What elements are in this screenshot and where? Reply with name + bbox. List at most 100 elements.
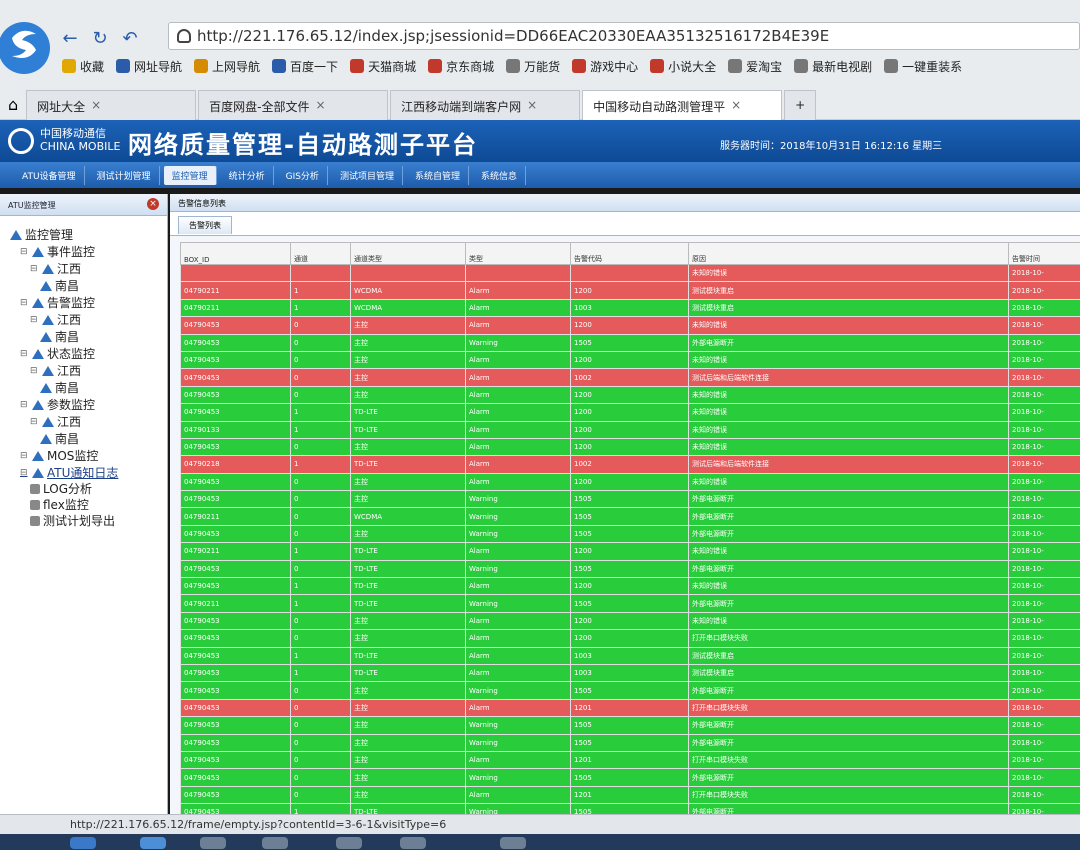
close-icon[interactable]: × xyxy=(91,98,101,120)
table-row[interactable]: 04790453 1 TD-LTE Warning 1505 外部电源断开 2018-10- xyxy=(180,803,1080,814)
favorite-item[interactable]: 最新电视剧 xyxy=(794,58,872,75)
expand-icon[interactable]: ⊟ xyxy=(30,264,39,274)
tree-node[interactable]: ⊟ 江西 xyxy=(30,260,81,277)
expand-icon[interactable]: ⊟ xyxy=(20,298,29,308)
tree-node[interactable]: 测试计划导出 xyxy=(30,512,115,529)
taskbar-app-icon[interactable] xyxy=(400,837,426,849)
table-row[interactable]: 04790453 0 主控 Warning 1505 外部电源断开 2018-10- xyxy=(180,524,1080,544)
table-row[interactable]: 04790218 1 TD-LTE Alarm 1002 测试后端和后端软件连接 2018-… xyxy=(180,455,1080,474)
browser-tab[interactable]: 网址大全 × xyxy=(26,90,197,120)
favorite-item[interactable]: 万能货 xyxy=(506,58,560,75)
tree-node[interactable]: 南昌 xyxy=(40,379,79,396)
expand-icon[interactable]: ⊟ xyxy=(20,468,29,478)
tree-node[interactable]: ⊟ 参数监控 xyxy=(20,396,95,413)
table-row[interactable]: 04790453 0 主控 Alarm 1201 打开串口模块失败 2018-10- xyxy=(180,785,1080,805)
back-icon[interactable]: ← xyxy=(60,28,80,49)
tree-node[interactable]: ⊟ 江西 xyxy=(30,413,81,430)
table-row[interactable]: 04790453 0 主控 Alarm 1200 未知的错误 2018-10- xyxy=(180,385,1080,405)
address-bar[interactable]: http://221.176.65.12/index.jsp;jsessioni… xyxy=(168,22,1080,50)
refresh-icon[interactable]: ↻ xyxy=(90,28,110,49)
favorite-item[interactable]: 网址导航 xyxy=(116,58,182,75)
table-row[interactable]: 04790211 0 WCDMA Warning 1505 外部电源断开 2018-10- xyxy=(180,507,1080,526)
favorite-item[interactable]: 爱淘宝 xyxy=(728,58,782,75)
tree-node[interactable]: ⊟ 状态监控 xyxy=(20,345,95,362)
favorite-item[interactable]: 百度一下 xyxy=(272,58,338,75)
browser-logo-icon[interactable] xyxy=(0,16,55,86)
table-row[interactable]: 04790453 0 主控 Warning 1505 外部电源断开 2018-10- xyxy=(180,768,1080,787)
column-header[interactable]: 通道类型 xyxy=(350,242,466,265)
favorite-item[interactable]: 京东商城 xyxy=(428,58,494,75)
table-row[interactable]: 04790453 1 TD-LTE Alarm 1200 未知的错误 2018-10- xyxy=(180,403,1080,422)
table-row[interactable]: 04790453 0 主控 Warning 1505 外部电源断开 2018-10- xyxy=(180,490,1080,509)
column-header[interactable]: 告警时间 xyxy=(1008,242,1080,265)
tree-node[interactable]: 监控管理 xyxy=(10,226,73,243)
browser-tab[interactable]: 中国移动自动路测管理平 × xyxy=(582,90,783,120)
tree-node[interactable]: ⊟ ATU通知日志 xyxy=(20,464,118,481)
table-row[interactable]: 04790453 0 主控 Alarm 1200 未知的错误 2018-10- xyxy=(180,472,1080,492)
close-icon[interactable]: × xyxy=(147,198,159,210)
table-row[interactable]: 04790453 0 主控 Alarm 1201 打开串口模块失败 2018-10- xyxy=(180,750,1080,770)
menu-item[interactable]: 系统信息 xyxy=(473,165,526,185)
tree-node[interactable]: ⊟ 江西 xyxy=(30,311,81,328)
column-header[interactable]: 通道 xyxy=(290,242,351,265)
table-row[interactable]: 04790453 0 主控 Alarm 1200 未知的错误 2018-10- xyxy=(180,437,1080,457)
expand-icon[interactable]: ⊟ xyxy=(20,400,29,410)
expand-icon[interactable]: ⊟ xyxy=(20,451,29,461)
table-row[interactable]: 04790133 1 TD-LTE Alarm 1200 未知的错误 2018-10- xyxy=(180,420,1080,439)
menu-item[interactable]: 系统自管理 xyxy=(407,165,469,185)
column-header[interactable]: BOX_ID xyxy=(180,242,291,265)
table-row[interactable]: 04790453 0 主控 Alarm 1200 未知的错误 2018-10- xyxy=(180,611,1080,631)
menu-item[interactable]: 测试项目管理 xyxy=(332,165,403,185)
table-row[interactable]: 04790453 1 TD-LTE Alarm 1200 未知的错误 2018-10- xyxy=(180,577,1080,596)
tab-alarm-list[interactable]: 告警列表 xyxy=(178,216,232,234)
tree-node[interactable]: 南昌 xyxy=(40,277,79,294)
undo-icon[interactable]: ↶ xyxy=(120,28,140,49)
favorite-item[interactable]: 小说大全 xyxy=(650,58,716,75)
tree-node[interactable]: ⊟ 告警监控 xyxy=(20,294,95,311)
expand-icon[interactable]: ⊟ xyxy=(20,247,29,257)
menu-item[interactable]: GIS分析 xyxy=(278,165,328,185)
taskbar-app-icon[interactable] xyxy=(200,837,226,849)
table-row[interactable]: 04790453 0 主控 Alarm 1201 打开串口模块失败 2018-10- xyxy=(180,698,1080,718)
table-row[interactable]: 04790211 1 WCDMA Alarm 1003 测试模块重启 2018-10- xyxy=(180,298,1080,318)
tree-node[interactable]: flex监控 xyxy=(30,496,89,513)
taskbar-app-icon[interactable] xyxy=(500,837,526,849)
tree-node[interactable]: ⊟ MOS监控 xyxy=(20,447,98,464)
favorite-item[interactable]: 收藏 xyxy=(62,58,104,75)
close-icon[interactable]: × xyxy=(527,98,537,120)
new-tab-icon[interactable]: + xyxy=(784,90,817,120)
close-icon[interactable]: × xyxy=(731,98,741,120)
favorite-item[interactable]: 天猫商城 xyxy=(350,58,416,75)
table-row[interactable]: 04790211 1 WCDMA Alarm 1200 测试模块重启 2018-10- xyxy=(180,281,1080,300)
favorite-item[interactable]: 上网导航 xyxy=(194,58,260,75)
column-header[interactable]: 类型 xyxy=(465,242,571,265)
table-row[interactable]: 未知的错误 2018-10- xyxy=(180,263,1080,283)
browser-tab[interactable]: 江西移动端到端客户网 × xyxy=(390,90,581,120)
tree-node[interactable]: ⊟ 事件监控 xyxy=(20,243,95,260)
tree-node[interactable]: ⊟ 江西 xyxy=(30,362,81,379)
browser-tab[interactable]: 百度网盘-全部文件 × xyxy=(198,90,389,120)
start-button-icon[interactable] xyxy=(70,837,96,849)
tree-node[interactable]: LOG分析 xyxy=(30,480,92,497)
table-row[interactable]: 04790453 0 主控 Alarm 1200 打开串口模块失败 2018-10- xyxy=(180,629,1080,648)
table-row[interactable]: 04790211 1 TD-LTE Warning 1505 外部电源断开 2018-10- xyxy=(180,594,1080,613)
column-header[interactable]: 告警代码 xyxy=(570,242,689,265)
menu-item[interactable]: 监控管理 xyxy=(163,165,217,185)
tree-node[interactable]: 南昌 xyxy=(40,430,79,447)
favorite-item[interactable]: 一键重装系 xyxy=(884,58,962,75)
table-row[interactable]: 04790453 0 主控 Warning 1505 外部电源断开 2018-10- xyxy=(180,333,1080,352)
table-row[interactable]: 04790453 1 TD-LTE Alarm 1003 测试模块重启 2018-10- xyxy=(180,646,1080,665)
table-row[interactable]: 04790211 1 TD-LTE Alarm 1200 未知的错误 2018-10- xyxy=(180,542,1080,561)
table-row[interactable]: 04790453 0 主控 Alarm 1002 测试后端和后端软件连接 2018-10- xyxy=(180,368,1080,387)
table-row[interactable]: 04790453 1 TD-LTE Alarm 1003 测试模块重启 2018-10- xyxy=(180,663,1080,683)
taskbar-app-icon[interactable] xyxy=(336,837,362,849)
home-icon[interactable]: ⌂ xyxy=(0,95,26,120)
menu-item[interactable]: 统计分析 xyxy=(221,165,274,185)
favorite-item[interactable]: 游戏中心 xyxy=(572,58,638,75)
expand-icon[interactable]: ⊟ xyxy=(30,366,39,376)
column-header[interactable]: 原因 xyxy=(688,242,1009,265)
tree-node[interactable]: 南昌 xyxy=(40,328,79,345)
table-row[interactable]: 04790453 0 TD-LTE Warning 1505 外部电源断开 2018-10- xyxy=(180,559,1080,579)
menu-item[interactable]: ATU设备管理 xyxy=(14,165,85,185)
menu-item[interactable]: 测试计划管理 xyxy=(89,165,160,185)
